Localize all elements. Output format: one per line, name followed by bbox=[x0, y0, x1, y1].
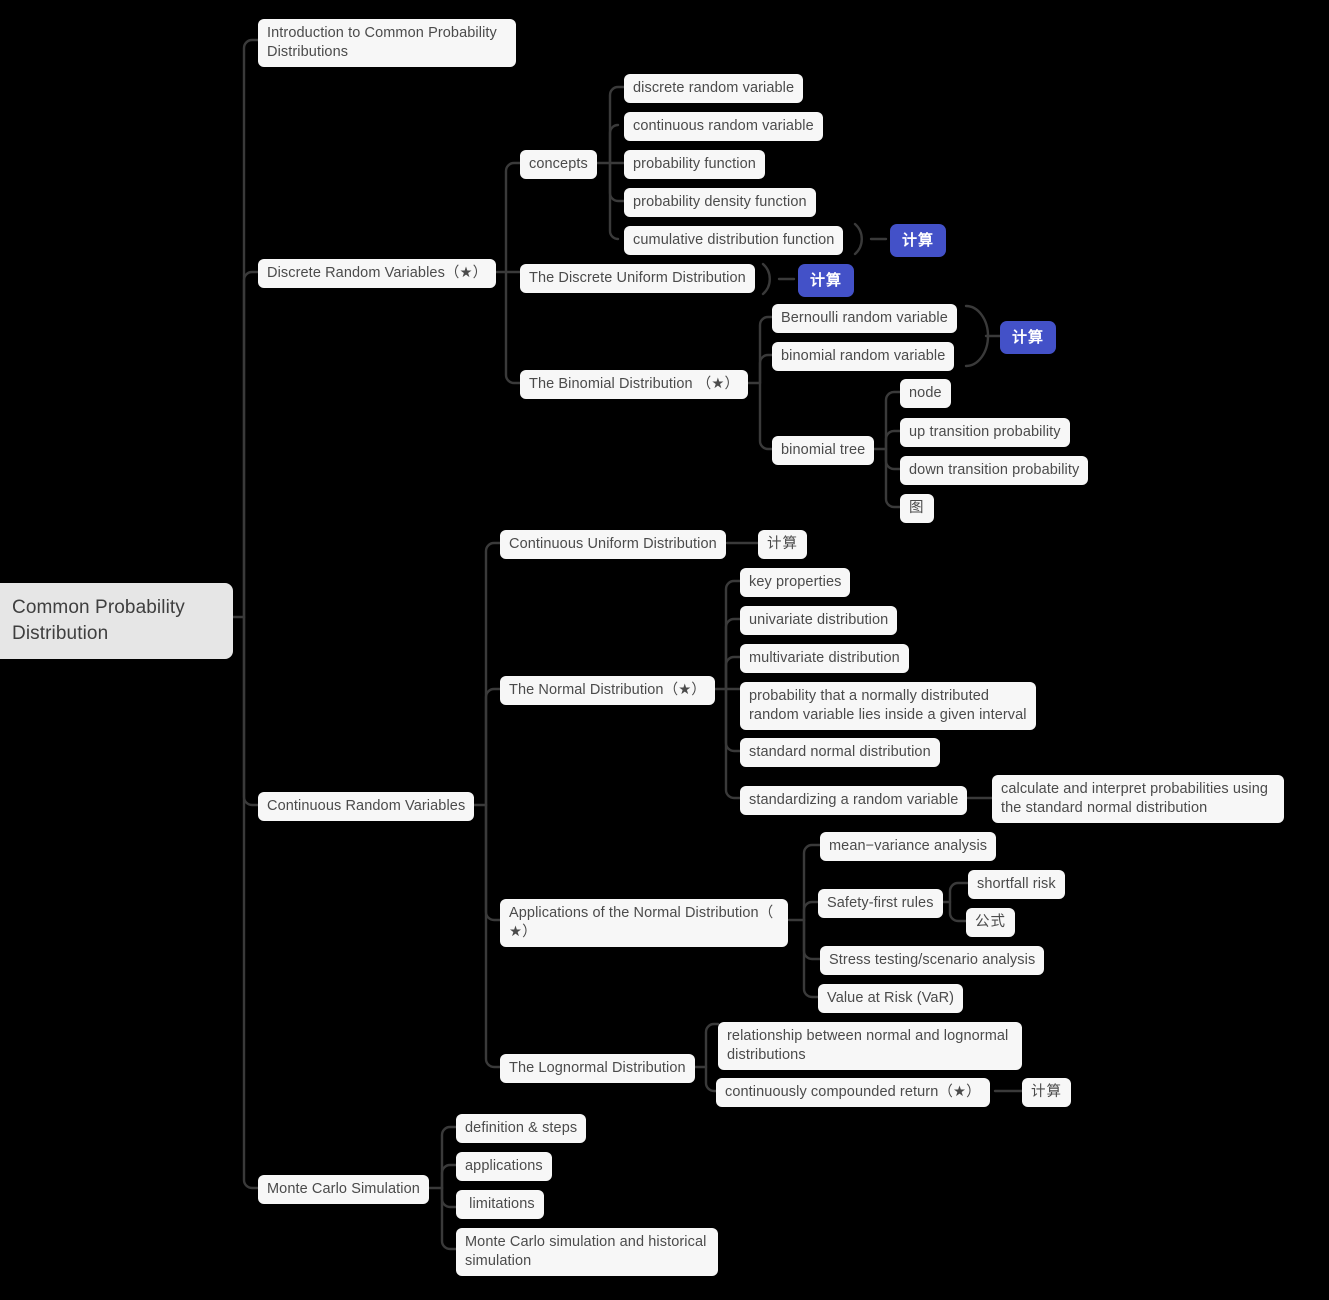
node-binomial-tree[interactable]: binomial tree bbox=[772, 436, 875, 465]
node-monte-carlo-vs-historical[interactable]: Monte Carlo simulation and historical si… bbox=[456, 1228, 718, 1276]
node-continuously-compounded-return[interactable]: continuously compounded return（★） bbox=[716, 1078, 990, 1107]
node-discrete-uniform-distribution[interactable]: The Discrete Uniform Distribution bbox=[520, 264, 755, 293]
node-calc-continuous-uniform[interactable]: 计算 bbox=[758, 530, 807, 559]
node-normal-distribution[interactable]: The Normal Distribution（★） bbox=[500, 676, 715, 705]
wire-root-to-intro bbox=[242, 38, 260, 619]
wire-concepts-to-drv bbox=[608, 85, 626, 165]
node-univariate-distribution[interactable]: univariate distribution bbox=[740, 606, 898, 635]
node-calc-continuously-compounded[interactable]: 计算 bbox=[1022, 1078, 1071, 1107]
node-stress-testing[interactable]: Stress testing/scenario analysis bbox=[820, 946, 1045, 975]
wire-normal-to-key bbox=[724, 579, 742, 691]
node-discrete-random-variable[interactable]: discrete random variable bbox=[624, 74, 804, 103]
badge-calc-discrete-uniform[interactable]: 计算 bbox=[798, 264, 855, 297]
node-concepts[interactable]: concepts bbox=[520, 150, 597, 179]
wire-lognormal-to-relationship bbox=[704, 1022, 720, 1069]
brace-discrete-uniform bbox=[761, 262, 771, 296]
wire-mc-to-definition bbox=[440, 1125, 458, 1190]
node-binomial-random-variable[interactable]: binomial random variable bbox=[772, 342, 955, 371]
node-formula[interactable]: 公式 bbox=[966, 908, 1015, 937]
wire-tree-to-node bbox=[884, 390, 902, 451]
node-monte-carlo-simulation[interactable]: Monte Carlo Simulation bbox=[258, 1175, 429, 1204]
wire-tree-to-down bbox=[884, 447, 902, 471]
node-introduction[interactable]: Introduction to Common Probability Distr… bbox=[258, 19, 516, 67]
root-node[interactable]: Common Probability Distribution bbox=[0, 583, 233, 659]
node-shortfall-risk[interactable]: shortfall risk bbox=[968, 870, 1065, 899]
mindmap-canvas: Common Probability Distribution Introduc… bbox=[0, 0, 1329, 1300]
wire-binomial-to-binomialrv bbox=[758, 353, 774, 385]
wire-app-to-safety bbox=[802, 900, 820, 922]
node-applications-of-normal-distribution[interactable]: Applications of the Normal Distribution（… bbox=[500, 899, 788, 947]
node-binomial-distribution[interactable]: The Binomial Distribution （★） bbox=[520, 370, 749, 399]
wire-continuous-to-lognormal bbox=[484, 803, 502, 1069]
node-discrete-random-variables[interactable]: Discrete Random Variables（★） bbox=[258, 259, 497, 288]
node-mean-variance-analysis[interactable]: mean−variance analysis bbox=[820, 832, 997, 861]
node-continuous-random-variable[interactable]: continuous random variable bbox=[624, 112, 823, 141]
brace-binomial bbox=[964, 304, 990, 368]
wire-root-to-continuous bbox=[242, 615, 260, 807]
node-multivariate-distribution[interactable]: multivariate distribution bbox=[740, 644, 909, 673]
wire-continuous-to-applications bbox=[484, 803, 502, 922]
wire-safety-to-formula bbox=[948, 900, 968, 923]
node-tree-figure[interactable]: 图 bbox=[900, 494, 934, 523]
wire-normal-to-stdnormal bbox=[724, 687, 742, 753]
node-continuous-random-variables[interactable]: Continuous Random Variables bbox=[258, 792, 475, 821]
wire-mc-to-limitations bbox=[440, 1186, 458, 1209]
wire-safety-to-shortfall bbox=[948, 881, 970, 904]
wire-normal-to-standardizing bbox=[724, 687, 742, 800]
node-standardizing-a-random-variable[interactable]: standardizing a random variable bbox=[740, 786, 968, 815]
wire-discrete-to-binomial bbox=[504, 270, 522, 385]
node-applications[interactable]: applications bbox=[456, 1152, 552, 1181]
wire-continuous-to-normal bbox=[484, 687, 502, 807]
node-standard-normal-distribution[interactable]: standard normal distribution bbox=[740, 738, 940, 767]
node-probability-density-function[interactable]: probability density function bbox=[624, 188, 816, 217]
wire-root-to-discrete bbox=[242, 270, 260, 619]
node-safety-first-rules[interactable]: Safety-first rules bbox=[818, 889, 943, 918]
wire-app-to-stress bbox=[802, 918, 822, 961]
wire-tree-to-figure bbox=[884, 447, 902, 509]
brace-cdf bbox=[853, 222, 863, 256]
node-definition-and-steps[interactable]: definition & steps bbox=[456, 1114, 587, 1143]
badge-calc-binomial[interactable]: 计算 bbox=[1000, 321, 1057, 354]
wire-concepts-to-cdf bbox=[608, 161, 620, 241]
wire-mc-to-mcvshist bbox=[440, 1186, 458, 1251]
wire-binomial-to-bernoulli bbox=[758, 315, 774, 385]
node-down-transition-probability[interactable]: down transition probability bbox=[900, 456, 1089, 485]
wire-discrete-to-concepts bbox=[504, 161, 522, 274]
wire-app-to-var bbox=[802, 918, 820, 999]
wire-tree-to-up bbox=[884, 429, 902, 451]
node-tree-node[interactable]: node bbox=[900, 379, 951, 408]
node-limitations[interactable]: limitations bbox=[456, 1190, 544, 1219]
wire-lognormal-to-ccr bbox=[704, 1065, 718, 1093]
badge-calc-cdf[interactable]: 计算 bbox=[890, 224, 947, 257]
wire-concepts-to-crv bbox=[608, 123, 620, 165]
node-value-at-risk[interactable]: Value at Risk (VaR) bbox=[818, 984, 964, 1013]
wire-normal-to-multi bbox=[724, 655, 742, 691]
node-probability-function[interactable]: probability function bbox=[624, 150, 765, 179]
wire-continuous-to-uniform bbox=[484, 541, 502, 807]
wire-binomial-to-tree bbox=[758, 381, 774, 451]
node-up-transition-probability[interactable]: up transition probability bbox=[900, 418, 1070, 447]
wire-concepts-to-pdf bbox=[608, 161, 626, 203]
node-relationship-normal-lognormal[interactable]: relationship between normal and lognorma… bbox=[718, 1022, 1022, 1070]
node-probability-inside-interval[interactable]: probability that a normally distributed … bbox=[740, 682, 1036, 730]
wire-root-to-montecarlo bbox=[242, 615, 260, 1190]
wire-mc-to-applications bbox=[440, 1163, 458, 1190]
wire-normal-to-uni bbox=[724, 617, 742, 691]
node-continuous-uniform-distribution[interactable]: Continuous Uniform Distribution bbox=[500, 530, 726, 559]
node-cumulative-distribution-function[interactable]: cumulative distribution function bbox=[624, 226, 844, 255]
node-lognormal-distribution[interactable]: The Lognormal Distribution bbox=[500, 1054, 695, 1083]
node-key-properties[interactable]: key properties bbox=[740, 568, 851, 597]
node-calculate-interpret-probabilities[interactable]: calculate and interpret probabilities us… bbox=[992, 775, 1284, 823]
node-bernoulli-random-variable[interactable]: Bernoulli random variable bbox=[772, 304, 957, 333]
